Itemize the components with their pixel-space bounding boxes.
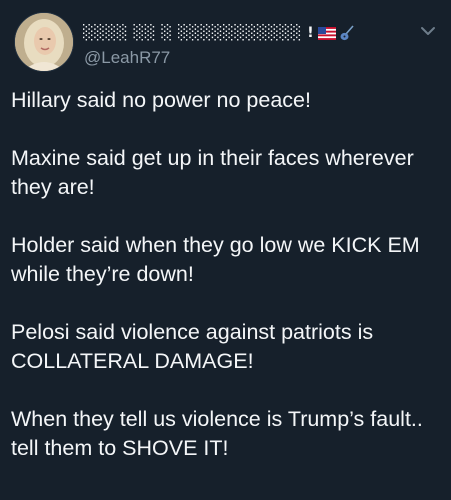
tweet-paragraph: When they tell us violence is Trump’s fa…: [11, 407, 423, 460]
tweet-paragraph: Maxine said get up in their faces wherev…: [11, 146, 414, 199]
tweet-text: Hillary said no power no peace! Maxine s…: [11, 86, 441, 492]
display-name[interactable]: ░░░░ ░░ ░ ░░░░░░░░░░░ !: [83, 25, 314, 41]
avatar[interactable]: [14, 12, 74, 72]
display-name-row[interactable]: ░░░░ ░░ ░ ░░░░░░░░░░░ !: [83, 20, 354, 46]
tweet-paragraph: Pelosi said violence against patriots is…: [11, 320, 374, 373]
guitar-icon: [340, 25, 354, 41]
user-handle[interactable]: @LeahR77: [84, 48, 170, 68]
tweet-card: ░░░░ ░░ ░ ░░░░░░░░░░░ ! @LeahR77 Hillary…: [0, 0, 451, 500]
chevron-down-icon[interactable]: [419, 24, 437, 38]
tweet-paragraph: Holder said when they go low we KICK EM …: [11, 233, 420, 286]
tweet-paragraph: Hillary said no power no peace!: [11, 88, 311, 112]
us-flag-icon: [318, 26, 337, 40]
